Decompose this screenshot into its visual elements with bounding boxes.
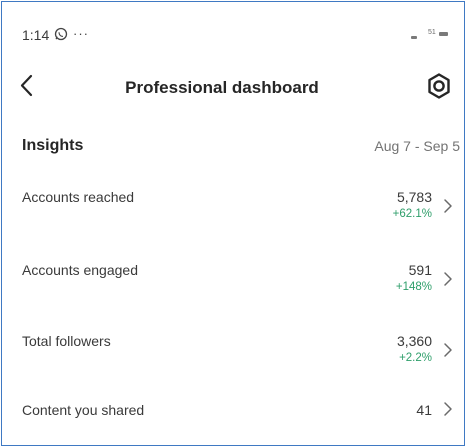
metric-row-total-followers[interactable]: Total followers 3,360 +2.2% <box>2 333 464 393</box>
metric-value: 3,360 <box>396 333 432 349</box>
settings-button[interactable] <box>424 71 454 101</box>
chevron-right-icon <box>444 402 452 416</box>
battery-icon <box>439 32 448 36</box>
metric-label: Accounts reached <box>22 189 135 205</box>
metric-value: 5,783 <box>396 189 432 205</box>
metric-label: Accounts engaged <box>22 262 138 278</box>
insights-title: Insights <box>22 137 84 154</box>
app-screen: 1:14 ··· 51 Professional dashboard Insig… <box>1 1 465 446</box>
metric-change: +2.2% <box>399 352 432 364</box>
metric-row-content-shared[interactable]: Content you shared 41 <box>2 402 464 445</box>
gear-icon <box>428 73 450 99</box>
metric-value: 41 <box>416 402 432 418</box>
page-title: Professional dashboard <box>125 78 319 97</box>
chevron-right-icon <box>444 199 452 213</box>
chevron-right-icon <box>444 343 452 357</box>
status-time: 1:14 <box>22 27 50 43</box>
metric-value: 591 <box>408 262 432 278</box>
metric-change: +148% <box>395 281 432 293</box>
metric-label: Total followers <box>22 333 111 349</box>
signal-icon <box>411 36 417 39</box>
metric-change: +62.1% <box>392 208 432 220</box>
battery-level: 51 <box>428 29 436 36</box>
metric-row-accounts-reached[interactable]: Accounts reached 5,783 +62.1% <box>2 189 464 249</box>
whatsapp-icon <box>54 27 68 41</box>
date-range[interactable]: Aug 7 - Sep 5 <box>374 138 460 154</box>
chevron-right-icon <box>444 272 452 286</box>
header: Professional dashboard <box>2 68 464 108</box>
status-bar: 1:14 ··· 51 <box>2 2 464 46</box>
metric-row-accounts-engaged[interactable]: Accounts engaged 591 +148% <box>2 262 464 322</box>
metric-label: Content you shared <box>22 402 145 418</box>
notification-more-icon: ··· <box>73 26 89 41</box>
